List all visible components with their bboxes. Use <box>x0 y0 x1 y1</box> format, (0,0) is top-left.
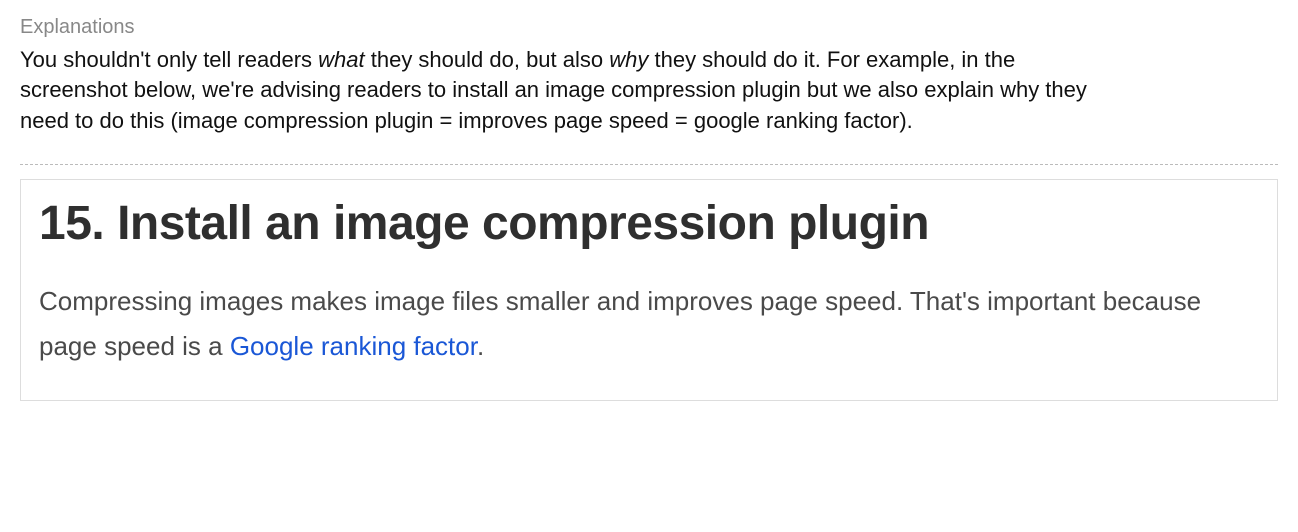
text-segment: Compressing images makes image files sma… <box>39 286 1201 362</box>
divider <box>20 164 1278 165</box>
text-segment: . <box>477 331 484 361</box>
example-body-text: Compressing images makes image files sma… <box>39 279 1259 370</box>
explanations-paragraph: You shouldn't only tell readers what the… <box>20 45 1120 136</box>
google-ranking-factor-link[interactable]: Google ranking factor <box>230 331 477 361</box>
embedded-screenshot-example: 15. Install an image compression plugin … <box>20 179 1278 401</box>
text-segment: they should do, but also <box>365 47 610 72</box>
section-label: Explanations <box>20 16 1278 39</box>
text-segment: You shouldn't only tell readers <box>20 47 318 72</box>
emphasis-why: why <box>609 47 648 72</box>
example-heading: 15. Install an image compression plugin <box>39 198 1259 251</box>
emphasis-what: what <box>318 47 364 72</box>
